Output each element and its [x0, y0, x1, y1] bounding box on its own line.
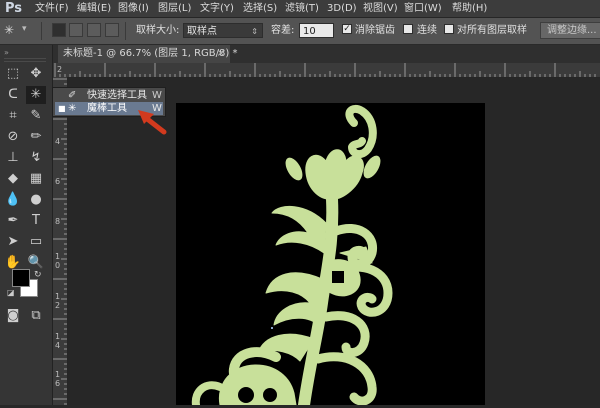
tool-preset-chevron-icon[interactable]: ▾: [22, 24, 27, 34]
ruler-ticks: [54, 63, 596, 77]
document-tab-title: 未标题-1 @ 66.7% (图层 1, RGB/8) *: [63, 48, 238, 59]
vertical-ruler: 2 4 6 8 1 0 1 2 1 4 1 6: [53, 77, 68, 405]
history-brush-tool-icon[interactable]: ↯: [26, 149, 46, 167]
eraser-tool-icon[interactable]: ◆: [3, 170, 23, 188]
quick-selection-shortcut: W: [152, 90, 162, 101]
ruler-label: 4: [55, 137, 61, 146]
stamp-tool-icon[interactable]: ⊥: [3, 149, 23, 167]
magic-wand-tool-icon[interactable]: ✳: [26, 86, 46, 104]
antialias-label: 消除锯齿: [355, 25, 395, 36]
divider: [41, 22, 42, 40]
ruler-label: 0: [55, 261, 61, 270]
add-selection-icon[interactable]: [69, 23, 83, 37]
ruler-label: 1: [55, 252, 61, 261]
ruler-label: 8: [55, 217, 61, 226]
menu-view[interactable]: 视图(V): [363, 0, 398, 17]
ruler-label: 1: [55, 292, 61, 301]
magic-wand-label: 魔棒工具: [87, 103, 127, 114]
antialias-checkbox[interactable]: ✓: [342, 24, 352, 34]
sample-size-select[interactable]: 取样点 ⇕: [183, 23, 263, 38]
refine-edge-button[interactable]: 调整边缘...: [540, 22, 600, 39]
marquee-tool-icon[interactable]: ⬚: [3, 65, 23, 83]
sample-all-layers-checkbox[interactable]: [444, 24, 454, 34]
quick-selection-icon: ✐: [68, 90, 77, 101]
quick-mask-icon[interactable]: ◙: [3, 307, 23, 325]
move-tool-icon[interactable]: ✥: [26, 65, 46, 83]
annotation-arrow-icon: [138, 110, 167, 135]
pen-tool-icon[interactable]: ✒: [3, 212, 23, 230]
menu-image[interactable]: 图像(I): [118, 0, 149, 17]
sample-size-label: 取样大小:: [136, 25, 180, 36]
collapse-arrows-icon[interactable]: »: [4, 48, 9, 57]
ruler-label: 4: [55, 341, 61, 350]
ruler-label: 2: [55, 301, 61, 310]
document-canvas[interactable]: [176, 103, 485, 408]
menu-3d[interactable]: 3D(D): [327, 0, 357, 17]
type-tool-icon[interactable]: T: [26, 212, 46, 230]
magic-wand-icon: ✳: [68, 103, 77, 114]
options-bar: ✳ ▾ 取样大小: 取样点 ⇕ 容差: 10 ✓ 消除锯齿 连续 对所有图层取样…: [0, 18, 600, 45]
quick-selection-label: 快速选择工具: [87, 90, 147, 101]
toolbox-grip: [4, 58, 46, 62]
ruler-label: 1: [55, 370, 61, 379]
intersect-selection-icon[interactable]: [105, 23, 119, 37]
app-logo: Ps: [5, 1, 23, 16]
menu-type[interactable]: 文字(Y): [200, 0, 234, 17]
ruler-label: 2: [57, 65, 63, 74]
contiguous-checkbox[interactable]: [403, 24, 413, 34]
document-tab[interactable]: 未标题-1 @ 66.7% (图层 1, RGB/8) * ×: [58, 45, 237, 63]
ruler-label: 1: [55, 332, 61, 341]
menu-select[interactable]: 选择(S): [243, 0, 277, 17]
chevron-down-icon: ⇕: [251, 27, 258, 36]
tolerance-input[interactable]: 10: [299, 23, 334, 38]
contiguous-label: 连续: [417, 25, 437, 36]
brush-tool-icon[interactable]: ✏: [26, 128, 46, 146]
menu-help[interactable]: 帮助(H): [452, 0, 487, 17]
eyedropper-tool-icon[interactable]: ✎: [26, 107, 46, 125]
horizontal-ruler: 2: [53, 63, 600, 78]
ruler-label: 6: [55, 379, 61, 388]
quick-selection-tool-item[interactable]: ✐ 快速选择工具 W: [55, 89, 163, 102]
subtract-selection-icon[interactable]: [87, 23, 101, 37]
default-colors-icon[interactable]: ◪: [7, 288, 15, 297]
tolerance-label: 容差:: [271, 25, 295, 36]
floral-artwork: [191, 104, 393, 408]
rectangle-tool-icon[interactable]: ▭: [26, 233, 46, 251]
ruler-ticks: [53, 78, 67, 405]
magic-wand-icon[interactable]: ✳: [4, 22, 18, 38]
path-selection-tool-icon[interactable]: ➤: [3, 233, 23, 251]
foreground-color-swatch[interactable]: [12, 269, 30, 287]
new-selection-icon[interactable]: [52, 23, 66, 37]
ruler-label: 6: [55, 177, 61, 186]
sample-all-layers-label: 对所有图层取样: [457, 25, 527, 36]
gradient-tool-icon[interactable]: ▦: [26, 170, 46, 188]
sample-size-value: 取样点: [187, 26, 217, 37]
dodge-tool-icon[interactable]: ●: [26, 191, 46, 209]
menu-layer[interactable]: 图层(L): [158, 0, 191, 17]
swap-colors-icon[interactable]: ↻: [34, 270, 42, 280]
menu-filter[interactable]: 滤镜(T): [285, 0, 319, 17]
current-tool-bullet-icon: ■: [58, 104, 66, 113]
healing-brush-tool-icon[interactable]: ⊘: [3, 128, 23, 146]
lasso-tool-icon[interactable]: ᑕ: [3, 86, 23, 104]
menu-bar: Ps 文件(F) 编辑(E) 图像(I) 图层(L) 文字(Y) 选择(S) 滤…: [0, 0, 600, 18]
blur-tool-icon[interactable]: 💧: [3, 191, 23, 209]
screen-mode-icon[interactable]: ⧉: [26, 307, 46, 325]
divider: [125, 22, 126, 40]
menu-edit[interactable]: 编辑(E): [77, 0, 111, 17]
crop-tool-icon[interactable]: ⌗: [3, 107, 23, 125]
close-icon[interactable]: ×: [217, 45, 225, 63]
menu-window[interactable]: 窗口(W): [404, 0, 442, 17]
toolbox: » ⬚ ✥ ᑕ ✳ ⌗ ✎ ⊘ ✏ ⊥ ↯ ◆ ▦ 💧 ● ✒ T ➤ ▭ ✋ …: [0, 45, 53, 405]
menu-file[interactable]: 文件(F): [35, 0, 69, 17]
